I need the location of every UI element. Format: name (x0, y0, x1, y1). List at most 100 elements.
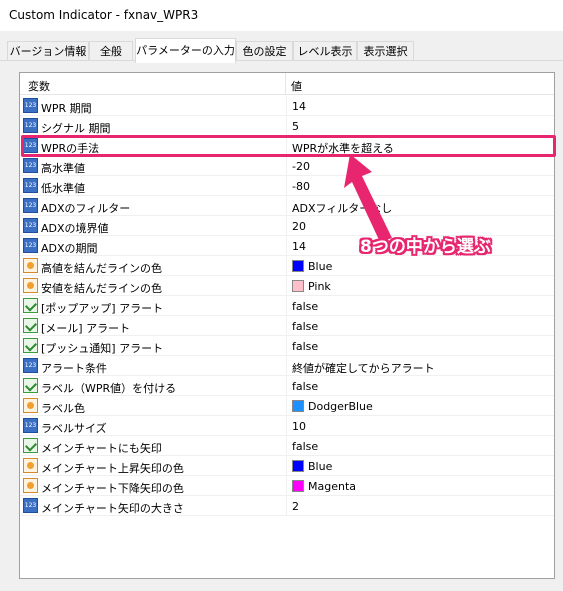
table-row[interactable]: WPRの手法 WPRが水準を超える (20, 136, 554, 156)
tab-colors[interactable]: 色の設定 (236, 41, 293, 62)
row-value: false (292, 440, 319, 453)
tab-general[interactable]: 全般 (89, 41, 133, 62)
table-row[interactable]: メインチャートにも矢印 false (20, 436, 554, 456)
table-row[interactable]: [メール] アラート false (20, 316, 554, 336)
row-value-cell[interactable]: 10 (286, 416, 554, 436)
table-row[interactable]: [ポップアップ] アラート false (20, 296, 554, 316)
table-row[interactable]: ラベル色 DodgerBlue (20, 396, 554, 416)
table-row[interactable]: 安値を結んだラインの色 Pink (20, 276, 554, 296)
row-value-cell[interactable]: false (286, 376, 554, 396)
row-value-cell[interactable]: false (286, 336, 554, 356)
parameters-grid: 変数 値 WPR 期間 14 シグナル 期間 5 WPRの手法 WPRが水準を超える高水準… (19, 72, 555, 579)
table-row[interactable]: ラベル（WPR値）を付ける false (20, 376, 554, 396)
row-value-cell[interactable]: 2 (286, 496, 554, 516)
bool-icon (23, 318, 38, 333)
row-value-cell[interactable]: 14 (286, 96, 554, 116)
row-value-cell[interactable]: -80 (286, 176, 554, 196)
number-icon (23, 158, 38, 173)
number-icon (23, 98, 38, 113)
row-name: [プッシュ通知] アラート (41, 342, 164, 355)
row-name-cell: 高水準値 (20, 156, 285, 176)
row-name-cell: シグナル 期間 (20, 116, 285, 136)
row-name-cell: ラベル色 (20, 396, 285, 416)
color-icon (23, 258, 38, 273)
row-name: メインチャート矢印の大きさ (41, 502, 184, 515)
tab-strip: バージョン情報 全般 パラメーターの入力 色の設定 レベル表示 表示選択 (0, 31, 563, 63)
row-value-cell[interactable]: -20 (286, 156, 554, 176)
parameters-panel: 変数 値 WPR 期間 14 シグナル 期間 5 WPRの手法 WPRが水準を超える高水準… (0, 60, 563, 591)
grid-header: 変数 値 (20, 73, 554, 95)
row-value-cell[interactable]: ADXフィルターなし (286, 196, 554, 216)
row-name-cell: [メール] アラート (20, 316, 285, 336)
callout-label: 8つの中から選ぶ (360, 237, 491, 257)
row-value: Magenta (308, 480, 357, 493)
row-name: ADXの期間 (41, 242, 98, 255)
color-swatch (292, 460, 304, 472)
row-value: 14 (292, 240, 306, 253)
row-value: 2 (292, 500, 299, 513)
row-name-cell: [ポップアップ] アラート (20, 296, 285, 316)
row-value-cell[interactable]: false (286, 316, 554, 336)
color-swatch (292, 260, 304, 272)
tab-version-info[interactable]: バージョン情報 (7, 41, 89, 62)
row-name: WPR 期間 (41, 102, 92, 115)
row-value-cell[interactable]: DodgerBlue (286, 396, 554, 416)
table-row[interactable]: アラート条件 終値が確定してからアラート (20, 356, 554, 376)
table-row[interactable]: シグナル 期間 5 (20, 116, 554, 136)
row-name-cell: WPR 期間 (20, 96, 285, 116)
row-name-cell: ラベルサイズ (20, 416, 285, 436)
row-value-cell[interactable]: Pink (286, 276, 554, 296)
row-value: false (292, 300, 319, 313)
row-value-cell[interactable]: 終値が確定してからアラート (286, 356, 554, 376)
table-row[interactable]: 高水準値 -20 (20, 156, 554, 176)
row-name-cell: メインチャートにも矢印 (20, 436, 285, 456)
color-icon (23, 478, 38, 493)
row-value-cell[interactable]: 5 (286, 116, 554, 136)
row-value: false (292, 340, 319, 353)
row-value-cell[interactable]: WPRが水準を超える (286, 136, 554, 156)
row-value-cell[interactable]: Magenta (286, 476, 554, 496)
row-name-cell: [プッシュ通知] アラート (20, 336, 285, 356)
table-row[interactable]: 高値を結んだラインの色 Blue (20, 256, 554, 276)
row-value: Blue (308, 260, 333, 273)
table-row[interactable]: ラベルサイズ 10 (20, 416, 554, 436)
table-row[interactable]: [プッシュ通知] アラート false (20, 336, 554, 356)
tab-levels[interactable]: レベル表示 (293, 41, 357, 62)
row-name-cell: ADXの期間 (20, 236, 285, 256)
row-name-cell: ADXの境界値 (20, 216, 285, 236)
color-swatch (292, 400, 304, 412)
table-row[interactable]: メインチャート下降矢印の色 Magenta (20, 476, 554, 496)
row-name: メインチャートにも矢印 (41, 442, 162, 455)
row-name: 安値を結んだラインの色 (41, 282, 162, 295)
row-value-cell[interactable]: false (286, 296, 554, 316)
row-name-cell: アラート条件 (20, 356, 285, 376)
row-value-cell[interactable]: false (286, 436, 554, 456)
row-name-cell: 低水準値 (20, 176, 285, 196)
row-name-cell: メインチャート下降矢印の色 (20, 476, 285, 496)
row-value: false (292, 320, 319, 333)
table-row[interactable]: ADXのフィルター ADXフィルターなし (20, 196, 554, 216)
table-row[interactable]: メインチャート矢印の大きさ 2 (20, 496, 554, 516)
header-divider[interactable] (285, 73, 286, 95)
number-icon (23, 218, 38, 233)
row-name: [メール] アラート (41, 322, 131, 335)
table-row[interactable]: 低水準値 -80 (20, 176, 554, 196)
bool-icon (23, 378, 38, 393)
row-value: 10 (292, 420, 306, 433)
row-name: WPRの手法 (41, 142, 100, 155)
table-row[interactable]: WPR 期間 14 (20, 96, 554, 116)
row-name-cell: WPRの手法 (20, 136, 285, 156)
row-name: ラベル色 (41, 402, 85, 415)
color-swatch (292, 280, 304, 292)
color-icon (23, 458, 38, 473)
row-name-cell: メインチャート上昇矢印の色 (20, 456, 285, 476)
row-name: 高水準値 (41, 162, 85, 175)
row-value-cell[interactable]: Blue (286, 256, 554, 276)
row-name-cell: ADXのフィルター (20, 196, 285, 216)
table-row[interactable]: メインチャート上昇矢印の色 Blue (20, 456, 554, 476)
title-bar: Custom Indicator - fxnav_WPR3 (0, 0, 563, 31)
tab-parameters[interactable]: パラメーターの入力 (135, 38, 236, 63)
tab-visualization[interactable]: 表示選択 (357, 41, 414, 62)
bool-icon (23, 338, 38, 353)
row-value-cell[interactable]: Blue (286, 456, 554, 476)
